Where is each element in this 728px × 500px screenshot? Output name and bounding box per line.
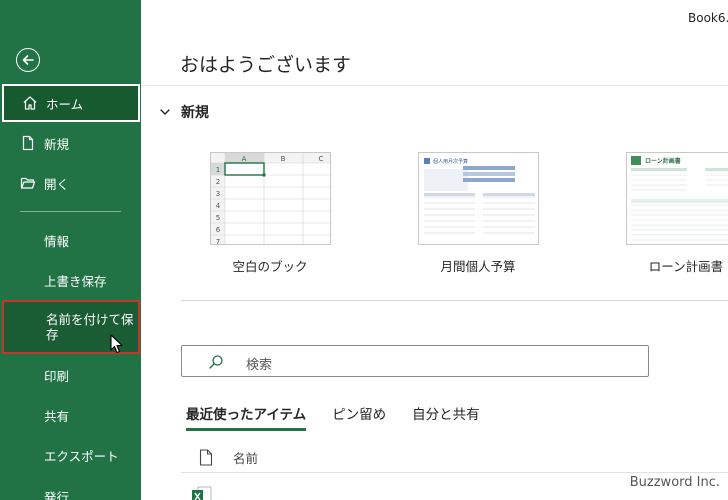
- row-header: 7: [216, 238, 220, 245]
- new-section-title: 新規: [181, 105, 209, 121]
- monthly-budget-thumbnail: 個人用月次予算: [418, 152, 539, 245]
- template-monthly-budget[interactable]: 個人用月次予算 月間個人予算: [418, 152, 539, 274]
- row-header: 2: [216, 178, 220, 186]
- home-icon: [23, 96, 37, 110]
- column-header: B: [281, 155, 286, 163]
- row-header: 3: [216, 190, 220, 198]
- tab-recent[interactable]: 最近使ったアイテム: [186, 403, 307, 431]
- blank-workbook-thumbnail: A B C 1 2 3 4 5 6 7: [210, 152, 331, 245]
- header-divider: [141, 85, 728, 86]
- nav-new[interactable]: 新規: [0, 128, 141, 158]
- search-icon: [209, 355, 223, 369]
- sidebar-divider: [20, 211, 121, 212]
- column-name-header[interactable]: 名前: [233, 448, 258, 467]
- nav-home-label: ホーム: [46, 96, 84, 112]
- excel-file-icon: [192, 486, 212, 500]
- nav-open-label: 開く: [44, 176, 70, 192]
- folder-open-icon: [20, 177, 36, 189]
- budget-thumb-title: 個人用月次予算: [433, 158, 468, 165]
- back-button[interactable]: [16, 48, 40, 72]
- new-document-icon: [22, 135, 34, 151]
- column-header: A: [242, 155, 247, 163]
- nav-info[interactable]: 情報: [0, 226, 141, 254]
- nav-print-label: 印刷: [44, 368, 70, 384]
- template-blank-label: 空白のブック: [232, 259, 308, 274]
- nav-share[interactable]: 共有: [0, 401, 141, 429]
- section-divider: [181, 300, 728, 301]
- budget-preview: 個人用月次予算: [424, 158, 535, 234]
- file-list-tabs: 最近使ったアイテム ピン留め 自分と共有: [186, 403, 506, 431]
- chevron-down-icon: [160, 109, 170, 115]
- blank-sheet-preview: A B C 1 2 3 4 5 6 7: [211, 153, 330, 245]
- template-blank-workbook[interactable]: A B C 1 2 3 4 5 6 7 空白のブック: [210, 152, 331, 274]
- row-header: 4: [216, 202, 221, 210]
- watermark: Buzzword Inc.: [629, 475, 720, 490]
- nav-info-label: 情報: [44, 233, 70, 249]
- column-header: C: [319, 155, 324, 163]
- back-arrow-icon: [22, 55, 34, 65]
- nav-publish[interactable]: 発行: [0, 482, 141, 500]
- nav-save[interactable]: 上書き保存: [0, 266, 141, 294]
- list-header-divider: [181, 472, 728, 473]
- loan-preview: ローン計画書: [631, 156, 728, 241]
- nav-save-label: 上書き保存: [44, 273, 107, 289]
- nav-publish-label: 発行: [44, 489, 70, 500]
- template-loan-label: ローン計画書: [648, 259, 724, 274]
- nav-home[interactable]: ホーム: [2, 84, 140, 122]
- file-list-header: 名前: [199, 448, 258, 467]
- row-header: 5: [216, 214, 220, 222]
- nav-export[interactable]: エクスポート: [0, 441, 141, 469]
- nav-print[interactable]: 印刷: [0, 361, 141, 389]
- search-input[interactable]: 検索: [181, 345, 649, 377]
- document-title: Book6.xlsx: [688, 11, 728, 25]
- template-loan-plan[interactable]: ローン計画書 ローン計画書: [626, 152, 728, 274]
- loan-thumb-title: ローン計画書: [645, 157, 681, 165]
- greeting-heading: おはようございます: [180, 54, 352, 76]
- row-header: 6: [216, 226, 221, 234]
- tab-pinned[interactable]: ピン留め: [332, 403, 386, 429]
- backstage-main: Book6.xlsx おはようございます 新規: [141, 0, 728, 500]
- backstage-sidebar: ホーム 新規 開く 情報 上書き保存 名前を付けて保存 印刷 共有 エクスポート…: [0, 0, 141, 500]
- row-header: 1: [216, 166, 220, 174]
- nav-share-label: 共有: [44, 408, 70, 424]
- nav-export-label: エクスポート: [44, 448, 119, 464]
- nav-new-label: 新規: [44, 136, 70, 152]
- template-budget-label: 月間個人予算: [440, 259, 516, 274]
- document-type-icon: [199, 449, 213, 466]
- mouse-cursor-icon: [110, 334, 123, 354]
- new-section-header[interactable]: 新規: [159, 102, 209, 122]
- search-placeholder: 検索: [246, 358, 273, 373]
- loan-plan-thumbnail: ローン計画書: [626, 152, 728, 245]
- nav-open[interactable]: 開く: [0, 168, 141, 198]
- tab-shared[interactable]: 自分と共有: [412, 403, 480, 429]
